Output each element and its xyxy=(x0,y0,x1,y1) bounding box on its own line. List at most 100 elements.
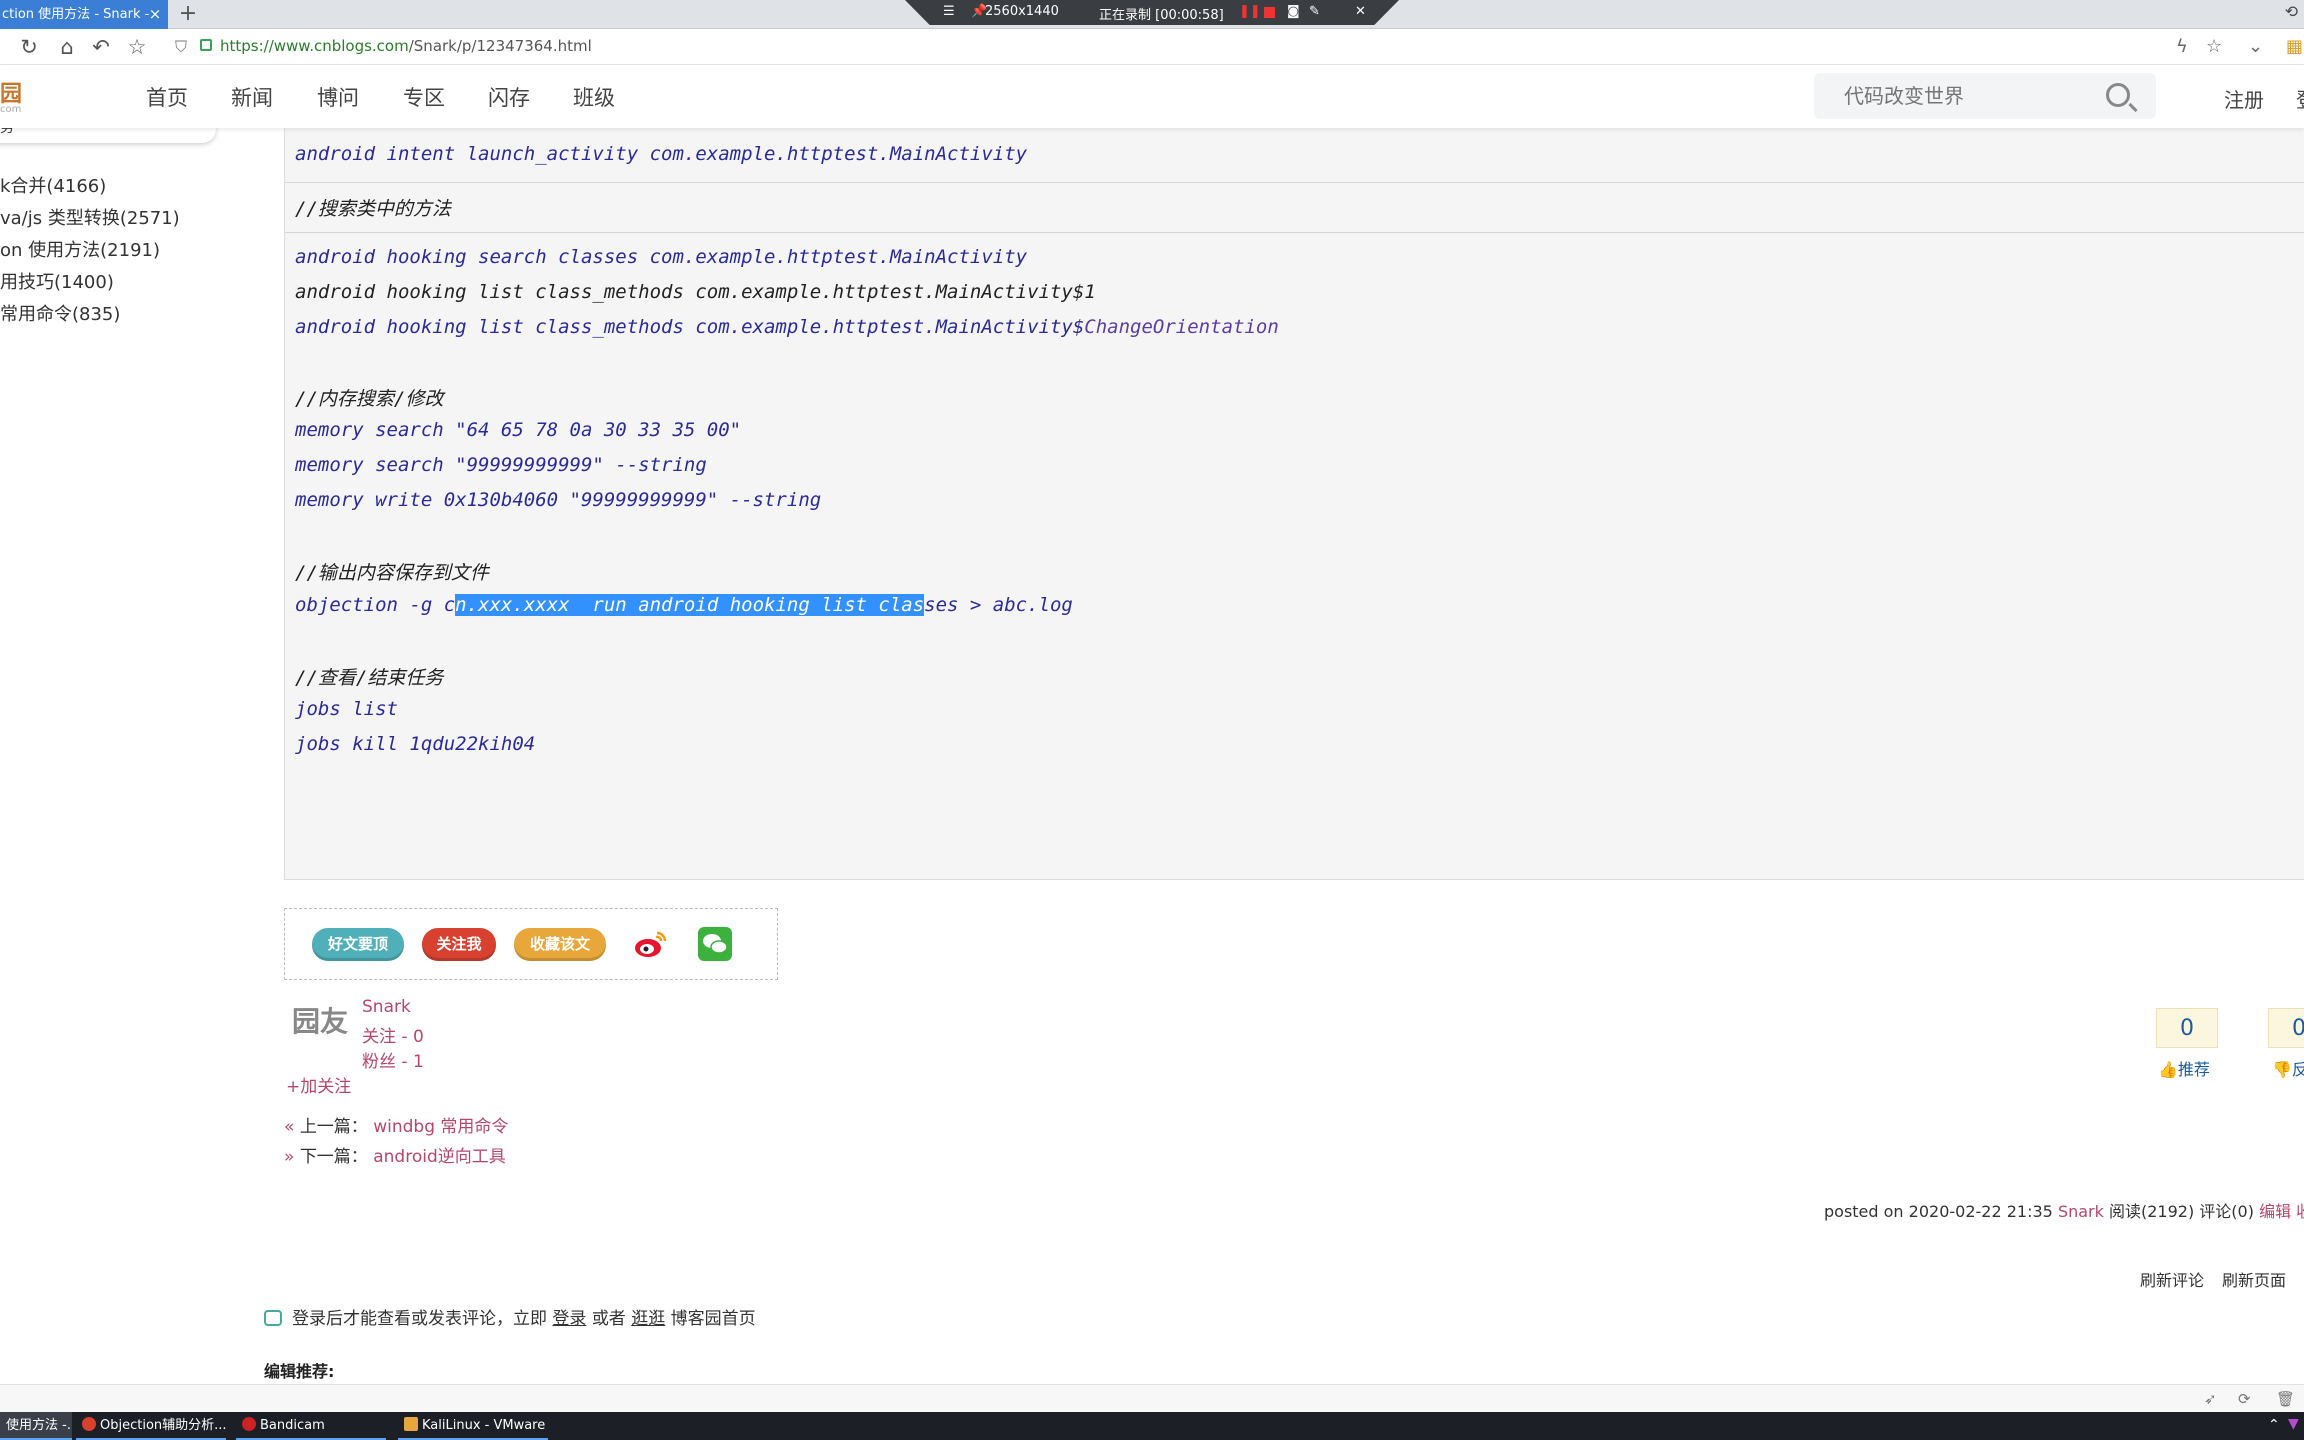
editor-pick-heading: 编辑推荐: xyxy=(264,1362,335,1381)
new-tab-button[interactable]: + xyxy=(176,0,200,29)
shield-icon[interactable]: ⛉ xyxy=(175,37,187,57)
author-name-link[interactable]: Snark xyxy=(362,997,411,1017)
taskbar-item-browser[interactable]: 使用方法 -... xyxy=(0,1412,72,1440)
close-recorder-icon[interactable]: ✕ xyxy=(1355,4,1366,19)
prev-post-link[interactable]: windbg 常用命令 xyxy=(373,1117,508,1137)
code-line: android intent launch_activity com.examp… xyxy=(295,143,1028,165)
nav-class[interactable]: 班级 xyxy=(573,82,615,112)
weibo-icon[interactable] xyxy=(633,929,667,959)
digg-count: 0 xyxy=(2156,1008,2218,1048)
sidebar-item[interactable]: on 使用方法(2191) xyxy=(0,236,160,262)
next-post: » 下一篇： android逆向工具 xyxy=(284,1142,506,1167)
code-line: memory search "64 65 78 0a 30 33 35 00" xyxy=(295,419,742,441)
author-followers-link[interactable]: 粉丝 - 1 xyxy=(362,1047,424,1072)
pencil-icon[interactable]: ✎ xyxy=(1309,4,1320,19)
next-arrow-icon: » xyxy=(284,1147,295,1167)
window-restore-icon[interactable]: ⟲ xyxy=(2285,2,2298,21)
avatar[interactable]: 园友 xyxy=(292,1000,350,1060)
screen-recorder-bar: ☰ 📌 2560x1440 正在录制 [00:00:58] ❚❚ ◙ ✎ ✕ xyxy=(905,0,1399,25)
prev-post: « 上一篇： windbg 常用命令 xyxy=(284,1112,508,1137)
thumb-up-icon: 👍 xyxy=(2158,1060,2178,1079)
edit-link[interactable]: 编辑 xyxy=(2259,1202,2291,1221)
url-path: /Snark/p/12347364.html xyxy=(408,37,592,55)
nav-news[interactable]: 新闻 xyxy=(231,82,273,112)
site-header: 园 com 首页 新闻 博问 专区 闪存 班级 注册 登 xyxy=(0,66,2304,128)
dropdown-chevron-icon[interactable]: ⌄ xyxy=(2248,36,2263,57)
prev-label: 上一篇： xyxy=(299,1117,368,1137)
wechat-icon[interactable] xyxy=(698,927,732,961)
collect-link[interactable]: 收 xyxy=(2296,1202,2304,1221)
nav-zone[interactable]: 专区 xyxy=(403,82,445,112)
avatar-text: 园友 xyxy=(292,1005,349,1038)
register-link[interactable]: 注册 xyxy=(2224,84,2264,113)
pause-icon[interactable]: ❚❚ xyxy=(1239,4,1261,19)
digg-button[interactable]: 👍推荐 xyxy=(2158,1056,2210,1080)
bury-button[interactable]: 👎反 xyxy=(2272,1056,2304,1080)
tray-app-icon[interactable]: ▼ xyxy=(2288,1416,2299,1432)
menu-icon[interactable]: ☰ xyxy=(943,4,955,19)
recording-status: 正在录制 [00:00:58] xyxy=(1099,8,1224,23)
nav-flash[interactable]: 闪存 xyxy=(488,82,530,112)
code-line: jobs list xyxy=(295,698,398,720)
browser-tab-active[interactable]: ction 使用方法 - Snark - xyxy=(0,0,168,29)
code-block: android intent launch_activity com.examp… xyxy=(284,128,2304,880)
nav-home[interactable]: 首页 xyxy=(146,82,188,112)
home-icon[interactable]: ⌂ xyxy=(54,35,80,59)
favorite-button[interactable]: 收藏该文 xyxy=(514,928,606,961)
taskbar-item-bandicam[interactable]: Bandicam xyxy=(236,1412,386,1440)
browse-link[interactable]: 逛逛 xyxy=(631,1309,665,1329)
taskbar-item-objection[interactable]: Objection辅助分析... xyxy=(76,1412,226,1440)
search-icon[interactable] xyxy=(2106,83,2130,107)
login-link-inline[interactable]: 登录 xyxy=(552,1309,586,1329)
text-selection: n.xxx.xxxx run android hooking list clas xyxy=(455,594,925,616)
refresh-small-icon[interactable]: ⟳ xyxy=(2238,1390,2251,1408)
lightning-icon[interactable]: ϟ xyxy=(2176,36,2188,57)
add-follow-link[interactable]: +加关注 xyxy=(286,1072,351,1097)
code-line: android hooking search classes com.examp… xyxy=(295,246,1028,268)
nav-ask[interactable]: 博问 xyxy=(317,82,359,112)
post-author-link[interactable]: Snark xyxy=(2058,1202,2104,1221)
url-field[interactable]: https://www.cnblogs.com/Snark/p/12347364… xyxy=(220,37,592,55)
refresh-comments-link[interactable]: 刷新评论 xyxy=(2140,1267,2204,1291)
app-icon xyxy=(82,1417,96,1431)
next-post-link[interactable]: android逆向工具 xyxy=(373,1147,506,1167)
sidebar-item[interactable]: va/js 类型转换(2571) xyxy=(0,204,180,230)
url-host: https://www.cnblogs.com xyxy=(220,37,409,55)
tray-chevron-icon[interactable]: ⌃ xyxy=(2268,1417,2280,1433)
code-line: memory search "99999999999" --string xyxy=(295,454,707,476)
undo-icon[interactable]: ↶ xyxy=(88,35,114,59)
bookmark-star-icon[interactable]: ☆ xyxy=(124,35,150,59)
sidebar-item[interactable]: k合并(4166) xyxy=(0,172,106,198)
author-following-link[interactable]: 关注 - 0 xyxy=(362,1022,424,1047)
login-note: 登录后才能查看或发表评论，立即 登录 或者 逛逛 博客园首页 xyxy=(264,1304,756,1329)
recording-resolution: 2560x1440 xyxy=(985,4,1059,19)
good-post-button[interactable]: 好文要顶 xyxy=(312,928,404,961)
bury-count: 0 xyxy=(2268,1008,2304,1048)
code-comment: //搜索类中的方法 xyxy=(295,198,451,220)
post-date: posted on 2020-02-22 21:35 xyxy=(1824,1202,2053,1221)
camera-icon[interactable]: ◙ xyxy=(1287,4,1300,19)
login-link[interactable]: 登 xyxy=(2296,84,2304,113)
reload-icon[interactable]: ↻ xyxy=(16,35,42,59)
prev-arrow-icon: « xyxy=(284,1117,295,1137)
search-input[interactable] xyxy=(1814,73,2104,119)
sidebar-item[interactable]: 常用命令(835) xyxy=(0,300,120,326)
stop-icon[interactable] xyxy=(1264,7,1275,18)
lock-icon xyxy=(200,39,212,51)
follow-button[interactable]: 关注我 xyxy=(422,928,496,961)
trash-icon[interactable]: 🗑 xyxy=(2276,1390,2295,1408)
apps-grid-icon[interactable]: ▦ xyxy=(2286,36,2303,57)
code-line: memory write 0x130b4060 "99999999999" --… xyxy=(295,489,822,511)
code-line-selected[interactable]: objection -g cn.xxx.xxxx run android hoo… xyxy=(295,594,1073,616)
tab-close-icon[interactable]: × xyxy=(146,0,164,29)
browser-status-strip: ➶ ⟳ 🗑 xyxy=(0,1384,2304,1412)
taskbar-item-vmware[interactable]: KaliLinux - VMware ... xyxy=(398,1412,548,1440)
address-bar: ↻ ⌂ ↶ ☆ ⛉ https://www.cnblogs.com/Snark/… xyxy=(0,29,2304,65)
code-divider xyxy=(285,182,2304,183)
sidebar-item[interactable]: 用技巧(1400) xyxy=(0,268,114,294)
refresh-page-link[interactable]: 刷新页面 xyxy=(2222,1267,2286,1291)
rocket-icon[interactable]: ➶ xyxy=(2204,1390,2217,1408)
tab-title: ction 使用方法 - Snark - xyxy=(2,7,150,22)
favorite-star-icon[interactable]: ☆ xyxy=(2206,36,2222,57)
code-comment: //输出内容保存到文件 xyxy=(295,562,489,584)
